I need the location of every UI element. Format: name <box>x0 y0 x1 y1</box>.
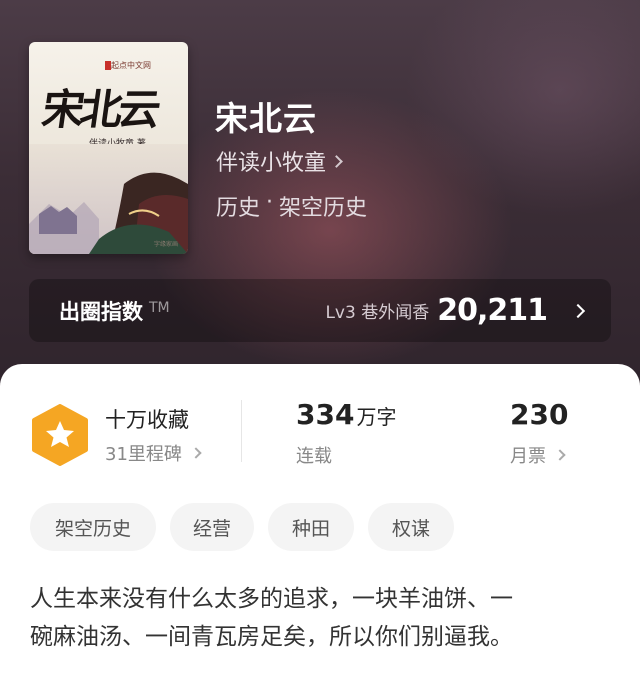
tag-item[interactable]: 权谋 <box>368 503 454 551</box>
index-trademark: TM <box>149 299 170 316</box>
author-link[interactable]: 伴读小牧童 <box>216 145 343 177</box>
genre-row: 历史 · 架空历史 <box>216 190 367 222</box>
word-count-value: 334 <box>296 398 355 431</box>
tag-item[interactable]: 经营 <box>170 503 254 551</box>
milestone-text: 31里程碑 <box>105 444 182 465</box>
word-count: 334 万字 <box>296 398 396 431</box>
collection-title: 十万收藏 <box>105 408 189 432</box>
popularity-index-bar[interactable]: 出圈指数 TM Lv3 巷外闻香 20,211 <box>29 279 611 342</box>
chevron-right-icon <box>570 303 586 318</box>
genre: 历史 <box>216 196 261 221</box>
book-cover[interactable]: 起点中文网 宋北云 伴读小牧童 著 字缘家画 <box>29 42 188 254</box>
cover-small-text: 字缘家画 <box>153 241 178 248</box>
tag-item[interactable]: 种田 <box>268 503 354 551</box>
index-label: 出圈指数 <box>59 299 143 324</box>
description-line: 人生本来没有什么太多的追求，一块羊油饼、一 <box>30 586 513 612</box>
monthly-tickets-label: 月票 <box>510 446 546 467</box>
description-line: 碗麻油汤、一间青瓦房足矣，所以你们别逼我。 <box>30 624 513 650</box>
subgenre: 架空历史 <box>279 196 368 221</box>
tag-list: 架空历史 经营 种田 权谋 <box>30 503 454 551</box>
word-count-unit: 万字 <box>356 405 397 429</box>
index-level: Lv3 巷外闻香 <box>325 303 430 323</box>
cover-publisher: 起点中文网 <box>111 61 151 70</box>
genre-separator: · <box>266 190 274 215</box>
serial-status: 连载 <box>296 446 332 467</box>
chevron-right-icon <box>330 154 343 168</box>
monthly-tickets-value: 230 <box>510 398 569 431</box>
book-title: 宋北云 <box>215 99 317 138</box>
stats-divider <box>241 400 242 462</box>
monthly-tickets-link[interactable]: 月票 <box>510 442 566 468</box>
index-value: 20,211 <box>437 293 548 328</box>
book-description[interactable]: 人生本来没有什么太多的追求，一块羊油饼、一 碗麻油汤、一间青瓦房足矣，所以你们别… <box>30 580 615 656</box>
cover-artwork <box>29 144 188 254</box>
milestone-link[interactable]: 31里程碑 <box>105 440 202 466</box>
author-name: 伴读小牧童 <box>216 151 327 176</box>
tag-item[interactable]: 架空历史 <box>30 503 156 551</box>
chevron-right-icon <box>554 449 566 461</box>
chevron-right-icon <box>190 447 202 459</box>
cover-title: 宋北云 <box>39 85 161 134</box>
star-hexagon-icon <box>32 404 88 466</box>
